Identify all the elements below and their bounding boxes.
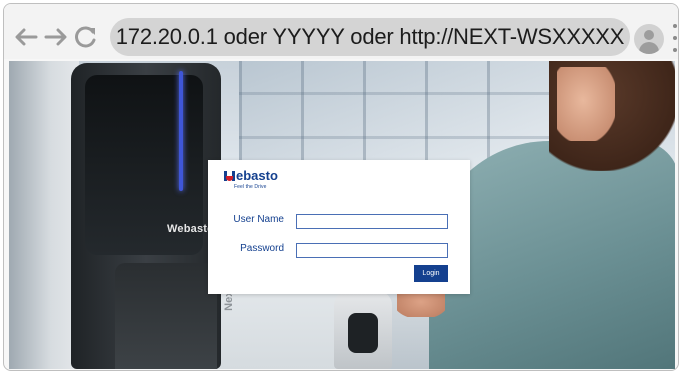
arrow-right-icon	[44, 28, 67, 46]
webasto-w-icon	[224, 170, 235, 181]
back-button[interactable]	[14, 26, 38, 48]
browser-window: 172.20.0.1 oder YYYYY oder http://NEXT-W…	[3, 3, 679, 371]
charger-logo-text: Webasto	[167, 223, 215, 235]
avatar-head	[644, 30, 654, 40]
address-bar-text: 172.20.0.1 oder YYYYY oder http://NEXT-W…	[115, 24, 625, 49]
reload-button[interactable]	[74, 26, 98, 48]
reload-icon	[75, 26, 96, 48]
login-button[interactable]: Login	[414, 265, 448, 282]
username-label: User Name	[233, 214, 284, 225]
forward-button[interactable]	[44, 26, 68, 48]
arrow-left-icon	[15, 28, 38, 46]
browser-toolbar: 172.20.0.1 oder YYYYY oder http://NEXT-W…	[4, 4, 678, 59]
address-bar[interactable]: 172.20.0.1 oder YYYYY oder http://NEXT-W…	[110, 18, 630, 56]
charging-plug-image	[334, 291, 392, 369]
avatar-shoulders	[639, 42, 659, 54]
login-panel: ebasto Feel the Drive User Name Password…	[208, 160, 470, 294]
logo-tagline: Feel the Drive	[234, 184, 267, 190]
menu-dot	[673, 24, 677, 28]
charger-lower-housing	[115, 263, 217, 369]
charger-led-strip	[179, 71, 183, 191]
logo-wordmark: ebasto	[224, 169, 278, 182]
password-input[interactable]	[296, 243, 448, 258]
password-label: Password	[240, 243, 284, 254]
kebab-menu-icon[interactable]	[672, 24, 678, 52]
webasto-logo: ebasto Feel the Drive	[224, 169, 278, 190]
menu-dot	[673, 36, 677, 40]
background-wall	[9, 61, 79, 369]
wallbox-charger-image: Webasto	[71, 63, 221, 369]
person-face-image	[557, 67, 615, 141]
username-input[interactable]	[296, 214, 448, 229]
logo-brand-text: ebasto	[236, 168, 278, 183]
menu-dot	[673, 48, 677, 52]
plug-socket	[348, 313, 378, 353]
user-avatar-icon[interactable]	[634, 24, 664, 54]
